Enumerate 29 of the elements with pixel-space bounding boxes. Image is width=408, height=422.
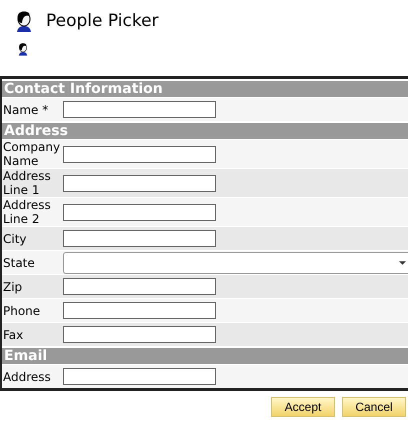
person-icon	[17, 42, 29, 56]
field-label: Phone	[2, 304, 42, 318]
input-field[interactable]	[63, 230, 216, 247]
dialog-button[interactable]: Accept	[271, 397, 335, 417]
dropdown-field[interactable]	[63, 252, 408, 274]
field-label: Zip	[2, 280, 24, 294]
section-header: Address	[2, 123, 408, 139]
caret-icon	[399, 260, 406, 264]
input-field[interactable]	[63, 146, 216, 162]
input-field[interactable]	[63, 278, 216, 295]
field-label: Address Line 1	[2, 169, 52, 197]
field-label: Company Name	[2, 140, 62, 168]
field-label: State	[2, 256, 36, 270]
field-label: Address Line 2	[2, 198, 52, 226]
section-header: Email	[2, 348, 408, 364]
field-label: Name *	[2, 102, 50, 116]
field-label: Fax	[2, 328, 24, 342]
person-icon	[14, 10, 34, 32]
input-field[interactable]	[63, 302, 216, 319]
section-header: Contact Information	[2, 81, 408, 97]
field-label: Address	[2, 370, 52, 384]
input-field[interactable]	[63, 204, 216, 220]
dialog-button[interactable]: Cancel	[342, 397, 406, 417]
input-field[interactable]	[63, 174, 216, 192]
field-label: City	[2, 232, 28, 246]
input-field[interactable]	[63, 368, 216, 385]
input-field[interactable]	[63, 326, 216, 343]
input-field[interactable]	[63, 101, 216, 118]
page-title: People Picker	[46, 11, 159, 31]
